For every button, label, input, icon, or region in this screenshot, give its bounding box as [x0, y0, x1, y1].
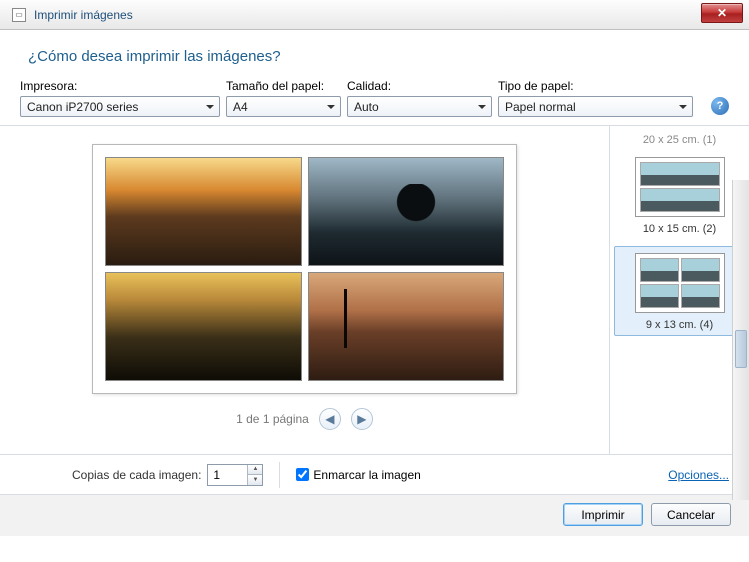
spin-up-button[interactable]: ▲: [247, 465, 262, 476]
titlebar: Imprimir imágenes ✕: [0, 0, 749, 30]
pager-text: 1 de 1 página: [236, 412, 309, 426]
window-title: Imprimir imágenes: [34, 8, 133, 22]
quality-label: Calidad:: [347, 79, 492, 93]
papertype-label: Tipo de papel:: [498, 79, 693, 93]
copies-spinner: ▲ ▼: [207, 464, 263, 486]
quality-select[interactable]: Auto: [347, 96, 492, 117]
scrollbar-thumb[interactable]: [735, 330, 747, 368]
preview-pane: 1 de 1 página ◀ ▶: [0, 126, 609, 454]
layout-item-10x15[interactable]: 10 x 15 cm. (2): [614, 150, 745, 240]
papersize-select[interactable]: A4: [226, 96, 341, 117]
action-row: Imprimir Cancelar: [0, 494, 749, 536]
close-button[interactable]: ✕: [701, 3, 743, 23]
preview-image-2: [308, 157, 505, 266]
next-page-button[interactable]: ▶: [351, 408, 373, 430]
options-row: Copias de cada imagen: ▲ ▼ Enmarcar la i…: [0, 454, 749, 494]
papersize-group: Tamaño del papel: A4: [226, 79, 341, 117]
papertype-group: Tipo de papel: Papel normal: [498, 79, 693, 117]
controls-row: Impresora: Canon iP2700 series Tamaño de…: [0, 79, 749, 125]
cancel-button[interactable]: Cancelar: [651, 503, 731, 526]
preview-image-3: [105, 272, 302, 381]
main-area: 1 de 1 página ◀ ▶ 20 x 25 cm. (1) 10 x 1…: [0, 126, 749, 454]
header: ¿Cómo desea imprimir las imágenes?: [0, 30, 749, 79]
spin-down-button[interactable]: ▼: [247, 475, 262, 485]
pager: 1 de 1 página ◀ ▶: [236, 408, 373, 430]
printer-select[interactable]: Canon iP2700 series: [20, 96, 220, 117]
layout-thumb-4up: [635, 253, 725, 313]
preview-image-4: [308, 272, 505, 381]
separator-vertical: [279, 462, 280, 488]
printer-label: Impresora:: [20, 79, 220, 93]
close-icon: ✕: [717, 6, 727, 20]
frame-label: Enmarcar la imagen: [313, 468, 420, 482]
heading: ¿Cómo desea imprimir las imágenes?: [28, 48, 721, 65]
chevron-right-icon: ▶: [357, 412, 366, 426]
layout-label: 10 x 15 cm. (2): [643, 223, 716, 235]
frame-checkbox[interactable]: [296, 468, 309, 481]
print-button[interactable]: Imprimir: [563, 503, 643, 526]
layout-label: 9 x 13 cm. (4): [646, 319, 713, 331]
layout-item-cutoff[interactable]: 20 x 25 cm. (1): [614, 134, 745, 150]
papertype-select[interactable]: Papel normal: [498, 96, 693, 117]
printer-group: Impresora: Canon iP2700 series: [20, 79, 220, 117]
layout-panel: 20 x 25 cm. (1) 10 x 15 cm. (2) 9 x 13 c…: [609, 126, 749, 454]
options-link[interactable]: Opciones...: [668, 468, 729, 482]
app-icon: [12, 8, 26, 22]
copies-label: Copias de cada imagen:: [72, 468, 201, 482]
quality-group: Calidad: Auto: [347, 79, 492, 117]
preview-image-1: [105, 157, 302, 266]
preview-page: [92, 144, 517, 394]
scrollbar[interactable]: [732, 180, 749, 500]
layout-thumb-2up: [635, 157, 725, 217]
help-icon[interactable]: ?: [711, 97, 729, 115]
layout-item-9x13[interactable]: 9 x 13 cm. (4): [614, 246, 745, 336]
chevron-left-icon: ◀: [325, 412, 334, 426]
papersize-label: Tamaño del papel:: [226, 79, 341, 93]
prev-page-button[interactable]: ◀: [319, 408, 341, 430]
